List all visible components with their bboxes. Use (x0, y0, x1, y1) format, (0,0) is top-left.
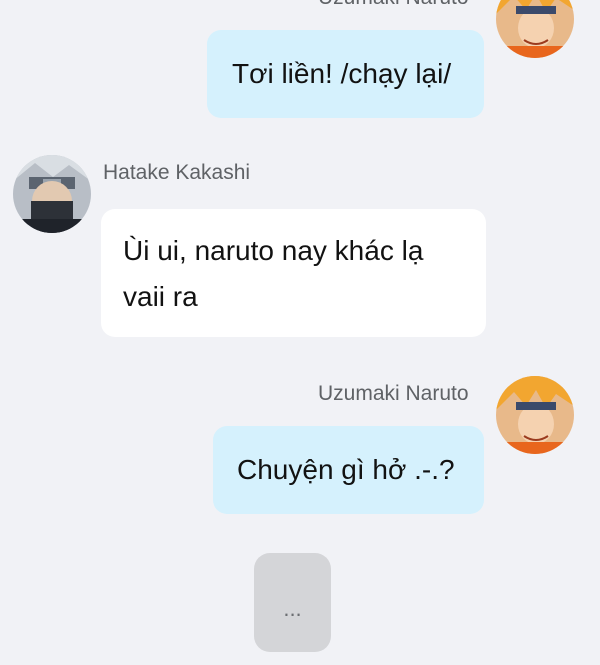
message-bubble[interactable]: Chuyện gì hở .-.? (213, 426, 484, 514)
sender-name-naruto: Uzumaki Naruto (318, 0, 469, 10)
typing-dots: ... (283, 596, 302, 621)
message-text: Ùi ui, naruto nay khác lạ vaii ra (123, 235, 424, 312)
sender-name-naruto: Uzumaki Naruto (318, 382, 469, 405)
typing-indicator: ... (254, 553, 331, 652)
message-text: Chuyện gì hở .-.? (237, 454, 455, 485)
naruto-avatar[interactable] (496, 0, 574, 58)
message-bubble[interactable]: Ùi ui, naruto nay khác lạ vaii ra (101, 209, 486, 337)
message-bubble[interactable]: Tơi liền! /chạy lại/ (207, 30, 484, 118)
message-text: Tơi liền! /chạy lại/ (232, 58, 452, 89)
sender-name-kakashi: Hatake Kakashi (103, 161, 251, 184)
kakashi-avatar[interactable] (13, 155, 91, 233)
naruto-avatar[interactable] (496, 376, 574, 454)
